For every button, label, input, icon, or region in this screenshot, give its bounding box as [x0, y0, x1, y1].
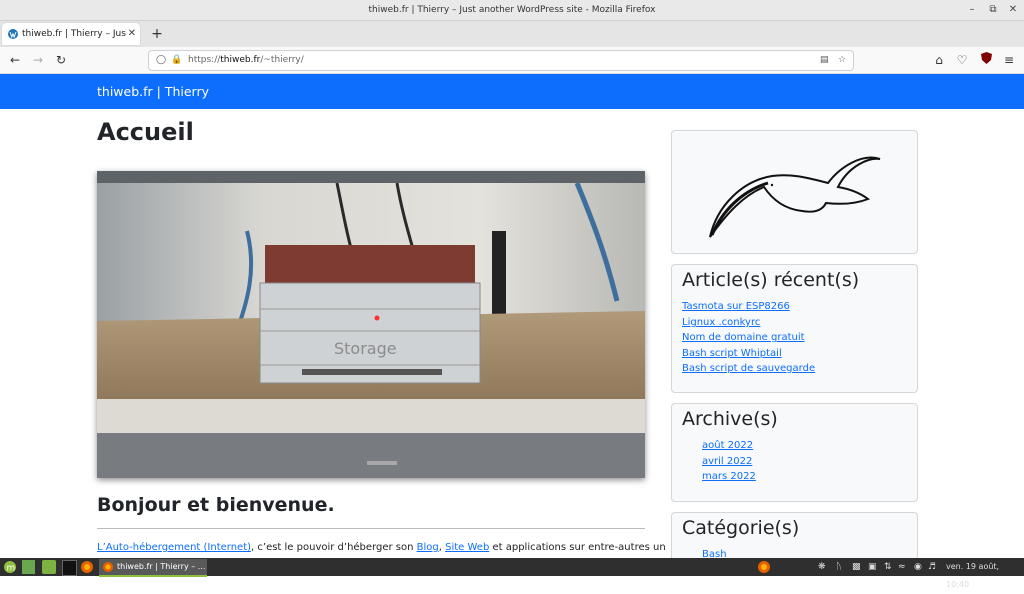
recent-posts-title: Article(s) récent(s)	[682, 269, 860, 291]
photo-storage-label: Storage	[334, 339, 397, 358]
firefox-icon	[103, 562, 113, 572]
bluetooth-icon[interactable]: ᚢ	[836, 558, 841, 576]
tab-title: thiweb.fr | Thierry – Just another WordP…	[22, 29, 126, 39]
archive-link[interactable]: août 2022	[702, 440, 753, 451]
taskbar-window-label: thiweb.fr | Thierry – ...	[117, 562, 206, 571]
intro-text-3: et applications sur entre-autres un	[489, 542, 666, 553]
recent-post-link[interactable]: Bash script Whiptail	[682, 348, 782, 359]
minimize-icon[interactable]: –	[962, 0, 982, 20]
divider	[97, 528, 645, 529]
categories-title: Catégorie(s)	[682, 517, 800, 539]
clipboard-icon[interactable]: ▩	[852, 558, 861, 576]
ublock-icon[interactable]	[976, 50, 996, 70]
hamburger-icon[interactable]: ≡	[999, 50, 1019, 70]
star-icon[interactable]: ☆	[838, 51, 846, 70]
page-title: Accueil	[97, 118, 194, 146]
seagull-logo-icon	[709, 156, 881, 238]
logo-card	[671, 130, 918, 254]
intro-text-1: , c’est le pouvoir d’héberger son	[251, 542, 417, 553]
files-icon[interactable]	[42, 560, 56, 574]
window-title: thiweb.fr | Thierry – Just another WordP…	[368, 5, 656, 15]
archives-title: Archive(s)	[682, 408, 778, 430]
welcome-heading: Bonjour et bienvenue.	[97, 494, 335, 516]
terminal-icon[interactable]	[62, 560, 77, 576]
volume-icon[interactable]: ♬	[928, 558, 936, 576]
recent-post-link[interactable]: Nom de domaine gratuit	[682, 332, 805, 343]
recent-post-link[interactable]: Lignux .conkyrc	[682, 317, 760, 328]
wordpress-favicon-icon	[8, 29, 18, 39]
reload-icon[interactable]: ↻	[51, 50, 71, 70]
intro-paragraph: L’Auto-hébergement (Internet), c’est le …	[97, 540, 666, 556]
firefox-icon[interactable]	[80, 560, 94, 574]
update-icon[interactable]: ▣	[868, 558, 877, 576]
forward-icon[interactable]: →	[28, 50, 48, 70]
firefox-icon[interactable]	[757, 560, 771, 574]
slack-icon[interactable]: ❋	[818, 558, 826, 576]
close-window-icon[interactable]: ✕	[1003, 0, 1023, 20]
home-icon[interactable]: ⌂	[929, 50, 949, 70]
new-tab-icon[interactable]: +	[148, 21, 166, 47]
browser-tab[interactable]: thiweb.fr | Thierry – Just another WordP…	[2, 23, 140, 45]
recent-posts-card: Article(s) récent(s) Tasmota sur ESP8266…	[671, 264, 918, 393]
blog-link[interactable]: Blog	[417, 542, 439, 553]
archive-link[interactable]: avril 2022	[702, 456, 752, 467]
archives-card: Archive(s) août 2022 avril 2022 mars 202…	[671, 403, 918, 502]
site-web-link[interactable]: Site Web	[445, 542, 489, 553]
reader-icon[interactable]: ▤	[820, 51, 829, 70]
archive-link[interactable]: mars 2022	[702, 471, 756, 482]
site-brand-link[interactable]: thiweb.fr | Thierry	[97, 74, 209, 109]
menu-icon[interactable]: m	[3, 560, 17, 574]
pocket-icon[interactable]: ♡	[952, 50, 972, 70]
navigation-bar: ← → ↻ ◯ 🔒 https://thiweb.fr/~thierry/ ▤ …	[0, 47, 1024, 74]
maximize-icon[interactable]: ⧉	[983, 0, 1003, 20]
shield-icon[interactable]: ◯	[156, 51, 166, 70]
url-bar[interactable]: ◯ 🔒 https://thiweb.fr/~thierry/ ▤ ☆	[148, 50, 854, 71]
location-icon[interactable]: ◉	[914, 558, 922, 576]
show-desktop-icon[interactable]	[22, 560, 35, 574]
window-titlebar: thiweb.fr | Thierry – Just another WordP…	[0, 0, 1024, 21]
wifi-icon[interactable]: ≈	[898, 558, 906, 576]
lock-icon[interactable]: 🔒	[171, 51, 182, 70]
featured-photo: Storage	[97, 171, 645, 478]
clock[interactable]: ven. 19 août, 10:40	[946, 558, 1024, 594]
recent-post-link[interactable]: Bash script de sauvegarde	[682, 363, 815, 374]
auto-hebergement-link[interactable]: L’Auto-hébergement (Internet)	[97, 542, 251, 553]
tab-close-icon[interactable]: ✕	[128, 23, 136, 45]
svg-text:m: m	[7, 564, 16, 574]
network-icon[interactable]: ⇅	[884, 558, 892, 576]
taskbar-window-button[interactable]: thiweb.fr | Thierry – ...	[99, 559, 207, 577]
url-text[interactable]: https://thiweb.fr/~thierry/	[188, 51, 304, 70]
recent-post-link[interactable]: Tasmota sur ESP8266	[682, 301, 790, 312]
back-icon[interactable]: ←	[5, 50, 25, 70]
site-header: thiweb.fr | Thierry	[0, 74, 1024, 109]
taskbar: m thiweb.fr | Thierry – ... ❋ ᚢ ▩ ▣ ⇅ ≈ …	[0, 558, 1024, 589]
